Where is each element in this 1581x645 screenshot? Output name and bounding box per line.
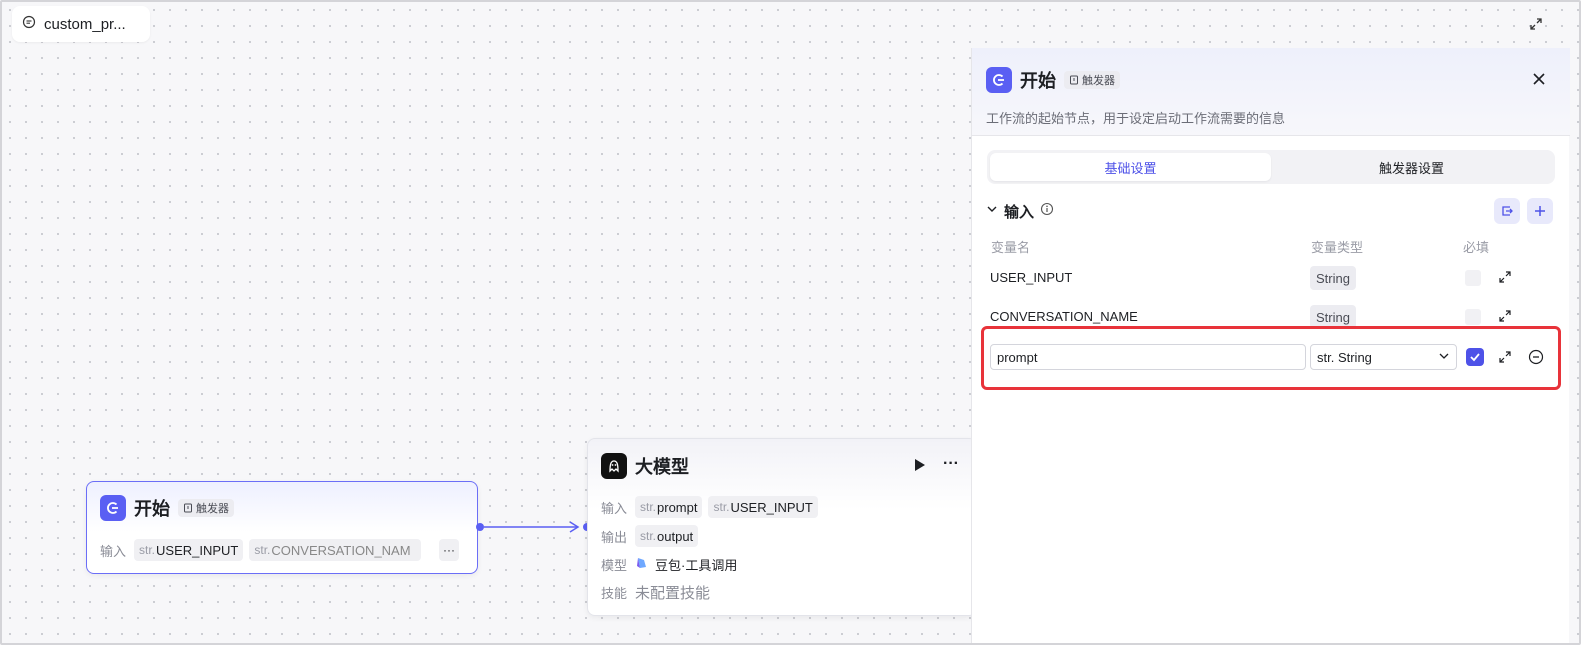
model-label: 模型 <box>601 558 628 573</box>
chevron-down-icon <box>1438 350 1450 365</box>
llm-node[interactable]: 大模型 ··· 输入 str. prompt str. USER_INPUT 输出 … <box>587 438 977 616</box>
type-prefix: str. <box>713 500 730 514</box>
panel-title: 开始 <box>1020 71 1056 91</box>
trigger-tag-label: 触发器 <box>196 503 229 515</box>
panel-header: 开始 触发器 工作流的起始节点，用于设定启动工作流需要的信息 <box>972 48 1570 136</box>
add-variable-icon[interactable] <box>1527 198 1553 224</box>
required-checkbox <box>1465 309 1481 325</box>
type-prefix: str. <box>254 543 271 557</box>
input-pill: str. USER_INPUT <box>134 539 244 561</box>
output-name: output <box>657 528 694 544</box>
trigger-icon <box>1070 75 1078 85</box>
skill-label: 技能 <box>601 586 628 601</box>
start-node[interactable]: 开始 触发器 输入 str. USER_INPUT str. CONVERSATIO… <box>86 481 478 574</box>
variable-name: USER_INPUT <box>990 270 1073 285</box>
edge-start-to-llm <box>484 521 580 533</box>
required-checkbox-checked[interactable] <box>1466 348 1484 366</box>
fullscreen-icon[interactable] <box>1524 12 1548 36</box>
import-variables-icon[interactable] <box>1494 198 1520 224</box>
variable-type-select[interactable]: str. String <box>1310 344 1457 370</box>
model-value: 豆包·工具调用 <box>655 558 738 573</box>
settings-tabs: 基础设置 触发器设置 <box>987 150 1555 184</box>
input-label: 输入 <box>100 543 127 559</box>
column-header-name: 变量名 <box>991 240 1031 255</box>
variable-row: USER_INPUT String <box>990 266 1550 292</box>
trigger-tag: 触发器 <box>1064 71 1120 89</box>
start-node-icon <box>100 495 126 521</box>
check-icon <box>1470 353 1480 362</box>
doubao-logo-icon <box>635 556 649 573</box>
more-menu-button[interactable]: ··· <box>943 455 959 473</box>
trigger-icon <box>184 503 192 513</box>
info-icon[interactable] <box>1040 202 1054 221</box>
skill-value: 未配置技能 <box>635 585 711 602</box>
chevron-down-icon[interactable] <box>986 202 998 220</box>
variable-name: CONVERSATION_NAME <box>990 309 1138 324</box>
llm-node-icon <box>601 453 627 479</box>
input-label: 输入 <box>601 500 628 516</box>
start-node-title: 开始 <box>134 499 170 519</box>
output-pill: str. output <box>635 525 699 547</box>
input-section-header[interactable]: 输入 <box>986 198 1556 224</box>
column-header-type: 变量类型 <box>1311 240 1364 255</box>
type-prefix: str. <box>640 529 657 543</box>
remove-variable-icon[interactable] <box>1527 348 1545 366</box>
input-name: USER_INPUT <box>156 542 239 558</box>
column-header-required: 必填 <box>1463 240 1490 255</box>
type-prefix: str. <box>640 500 657 514</box>
input-section-title: 输入 <box>1004 203 1035 221</box>
input-pill: str. CONVERSATION_NAM <box>249 539 422 561</box>
close-icon[interactable] <box>1528 68 1550 90</box>
variable-name-input[interactable]: prompt <box>990 344 1306 370</box>
tab-trigger-settings[interactable]: 触发器设置 <box>1271 153 1552 181</box>
trigger-tag-label: 触发器 <box>1082 75 1115 87</box>
workflow-canvas[interactable]: custom_pr... 开始 触发器 输入 str. USER_INPUT st… <box>0 0 1581 645</box>
input-name: CONVERSATION_NAM <box>271 542 411 558</box>
input-pill: str. USER_INPUT <box>708 496 818 518</box>
required-checkbox <box>1465 270 1481 286</box>
llm-node-title: 大模型 <box>635 457 689 477</box>
expand-icon[interactable] <box>1496 348 1514 366</box>
variable-type: String <box>1310 266 1356 290</box>
output-label: 输出 <box>601 529 628 545</box>
trigger-tag: 触发器 <box>178 499 234 517</box>
workflow-title: custom_pr... <box>44 15 126 33</box>
panel-description: 工作流的起始节点，用于设定启动工作流需要的信息 <box>986 111 1286 126</box>
workflow-title-chip[interactable]: custom_pr... <box>12 6 150 42</box>
tab-basic-settings[interactable]: 基础设置 <box>990 153 1271 181</box>
input-name: prompt <box>657 499 698 515</box>
more-inputs-button[interactable]: ··· <box>439 539 459 561</box>
expand-icon[interactable] <box>1496 307 1514 325</box>
variable-type-select-value: str. String <box>1317 349 1372 365</box>
expand-icon[interactable] <box>1496 268 1514 286</box>
run-icon[interactable] <box>914 458 926 477</box>
start-node-icon <box>986 67 1012 93</box>
type-prefix: str. <box>139 543 156 557</box>
chat-bubble-icon <box>22 15 36 33</box>
input-pill: str. prompt <box>635 496 703 518</box>
input-name: USER_INPUT <box>730 499 813 515</box>
